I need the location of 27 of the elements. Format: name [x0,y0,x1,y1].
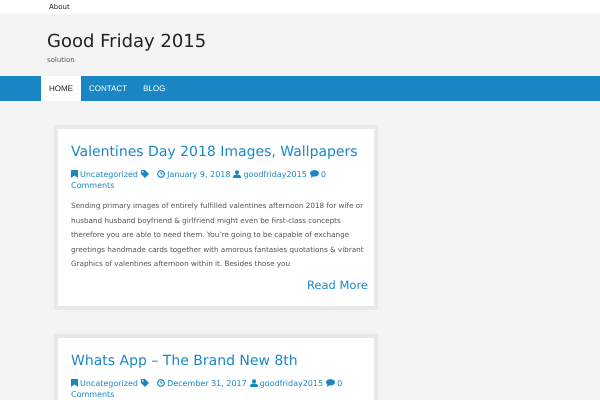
bookmark-icon [71,378,78,386]
tags-icon [140,378,150,386]
comment-count[interactable]: 0 [337,378,342,388]
post-title[interactable]: Valentines Day 2018 Images, Wallpapers [71,143,368,161]
tags-icon [140,170,150,178]
read-more-link[interactable]: Read More [71,278,368,292]
clock-icon [157,170,166,178]
user-icon [233,170,242,178]
author-link[interactable]: goodfriday2015 [260,378,324,388]
category-link[interactable]: Uncategorized [80,170,138,179]
nav-tab[interactable]: BLOG [135,76,174,101]
post-date[interactable]: December 31, 2017 [167,378,247,388]
bookmark-icon [71,170,78,178]
post-date[interactable]: January 9, 2018 [167,170,230,179]
nav-tab[interactable]: CONTACT [81,76,136,101]
comments-link[interactable]: Comments [71,388,114,400]
author-link[interactable]: goodfriday2015 [243,170,307,179]
site-title[interactable]: Good Friday 2015 [47,31,600,53]
category-link[interactable]: Uncategorized [80,378,138,388]
comments-link[interactable]: Comments [71,180,114,191]
nav-tab[interactable]: HOME [41,76,81,101]
clock-icon [157,378,166,386]
comment-icon [310,170,319,178]
comment-icon [326,378,336,386]
post-title[interactable]: Whats App – The Brand New 8th [71,352,368,370]
user-icon [250,378,258,386]
comment-count[interactable]: 0 [320,170,326,179]
